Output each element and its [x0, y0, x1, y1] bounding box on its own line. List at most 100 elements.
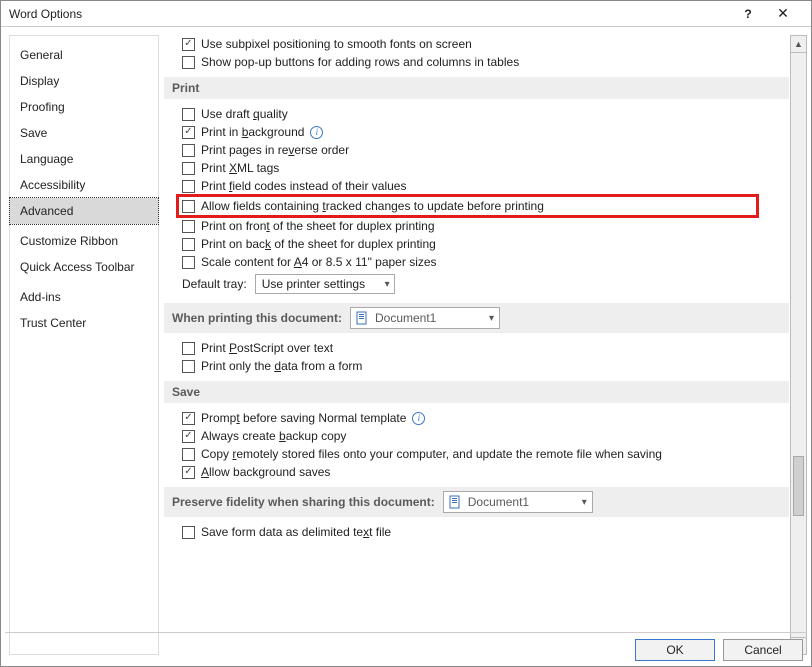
- top-options: Use subpixel positioning to smooth fonts…: [164, 35, 789, 71]
- print-doc-options: Print PostScript over text Print only the…: [164, 339, 789, 375]
- print-doc-value: Document1: [375, 311, 436, 325]
- info-icon[interactable]: i: [310, 126, 323, 139]
- sidebar-item-proofing[interactable]: Proofing: [10, 94, 158, 120]
- titlebar: Word Options ? ✕: [1, 1, 811, 27]
- section-title: When printing this document:: [172, 311, 342, 325]
- content-scroll-area: Use subpixel positioning to smooth fonts…: [164, 35, 807, 655]
- vertical-scrollbar[interactable]: ▲ ▼: [790, 35, 807, 655]
- section-title: Save: [172, 385, 200, 399]
- sidebar-item-accessibility[interactable]: Accessibility: [10, 172, 158, 198]
- sidebar-item-trust-center[interactable]: Trust Center: [10, 310, 158, 336]
- window-title: Word Options: [9, 7, 733, 21]
- sidebar: GeneralDisplayProofingSaveLanguageAccess…: [9, 35, 159, 655]
- default-tray-select[interactable]: Use printer settings: [255, 274, 395, 294]
- default-tray-label: Default tray:: [182, 277, 247, 291]
- checkbox[interactable]: [182, 200, 195, 213]
- option-label[interactable]: Print on back of the sheet for duplex pr…: [201, 237, 436, 251]
- checkbox[interactable]: [182, 256, 195, 269]
- top-option-row: Show pop-up buttons for adding rows and …: [182, 53, 789, 71]
- preserve-doc-select[interactable]: Document1: [443, 491, 593, 513]
- print-option-row: Print on front of the sheet for duplex p…: [182, 217, 789, 235]
- option-label[interactable]: Print on front of the sheet for duplex p…: [201, 219, 435, 233]
- help-button[interactable]: ?: [733, 7, 763, 21]
- print-option-row: Print in background i: [182, 123, 789, 141]
- ok-button[interactable]: OK: [635, 639, 715, 661]
- sidebar-item-language[interactable]: Language: [10, 146, 158, 172]
- option-label[interactable]: Print XML tags: [201, 161, 279, 175]
- section-title: Preserve fidelity when sharing this docu…: [172, 495, 435, 509]
- print-option-row: Print XML tags: [182, 159, 789, 177]
- checkbox[interactable]: [182, 180, 195, 193]
- preserve-doc-value: Document1: [468, 495, 529, 509]
- print-option-row: Print pages in reverse order: [182, 141, 789, 159]
- checkbox[interactable]: [182, 238, 195, 251]
- sidebar-item-add-ins[interactable]: Add-ins: [10, 284, 158, 310]
- dialog-body: GeneralDisplayProofingSaveLanguageAccess…: [1, 27, 811, 634]
- checkbox[interactable]: [182, 162, 195, 175]
- save-options: Prompt before saving Normal template i Alw…: [164, 409, 789, 481]
- close-button[interactable]: ✕: [763, 5, 803, 22]
- checkbox[interactable]: [182, 448, 195, 461]
- option-label[interactable]: Use subpixel positioning to smooth fonts…: [201, 37, 472, 51]
- info-icon[interactable]: i: [412, 412, 425, 425]
- cancel-button[interactable]: Cancel: [723, 639, 803, 661]
- document-icon: [355, 311, 369, 325]
- option-label[interactable]: Copy remotely stored files onto your com…: [201, 447, 662, 461]
- scroll-up-arrow[interactable]: ▲: [791, 36, 806, 53]
- checkbox[interactable]: [182, 360, 195, 373]
- option-label[interactable]: Print only the data from a form: [201, 359, 362, 373]
- option-label[interactable]: Show pop-up buttons for adding rows and …: [201, 55, 519, 69]
- save-option-row: Always create backup copy: [182, 427, 789, 445]
- sidebar-item-general[interactable]: General: [10, 42, 158, 68]
- preserve-options: Save form data as delimited text file: [164, 523, 789, 541]
- checkbox[interactable]: [182, 342, 195, 355]
- option-label[interactable]: Allow background saves: [201, 465, 330, 479]
- checkbox[interactable]: [182, 430, 195, 443]
- print-doc-select[interactable]: Document1: [350, 307, 500, 329]
- sidebar-item-quick-access-toolbar[interactable]: Quick Access Toolbar: [10, 254, 158, 280]
- section-title: Print: [172, 81, 199, 95]
- save-option-row: Allow background saves: [182, 463, 789, 481]
- ok-label: OK: [666, 643, 683, 657]
- default-tray-row: Default tray: Use printer settings: [182, 271, 789, 297]
- print-option-row: Allow fields containing tracked changes …: [178, 196, 757, 216]
- content-wrap: Use subpixel positioning to smooth fonts…: [164, 35, 807, 630]
- checkbox[interactable]: [182, 108, 195, 121]
- default-tray-value: Use printer settings: [262, 277, 365, 291]
- checkbox[interactable]: [182, 38, 195, 51]
- printdoc-option-row: Print only the data from a form: [182, 357, 789, 375]
- checkbox[interactable]: [182, 126, 195, 139]
- checkbox[interactable]: [182, 56, 195, 69]
- checkbox[interactable]: [182, 466, 195, 479]
- scroll-thumb[interactable]: [793, 456, 804, 516]
- option-label[interactable]: Print PostScript over text: [201, 341, 333, 355]
- option-label[interactable]: Scale content for A4 or 8.5 x 11" paper …: [201, 255, 437, 269]
- option-label[interactable]: Print in background: [201, 125, 304, 139]
- sidebar-item-display[interactable]: Display: [10, 68, 158, 94]
- sidebar-item-save[interactable]: Save: [10, 120, 158, 146]
- option-label[interactable]: Print field codes instead of their value…: [201, 179, 406, 193]
- sidebar-item-advanced[interactable]: Advanced: [10, 198, 158, 224]
- checkbox[interactable]: [182, 412, 195, 425]
- button-bar-separator: [5, 632, 807, 633]
- option-label[interactable]: Allow fields containing tracked changes …: [201, 199, 544, 213]
- option-label[interactable]: Prompt before saving Normal template: [201, 411, 406, 425]
- print-options: Use draft qualityPrint in backgroundiPri…: [164, 105, 789, 271]
- button-bar: OK Cancel: [635, 639, 803, 661]
- option-label[interactable]: Always create backup copy: [201, 429, 346, 443]
- print-option-row: Print field codes instead of their value…: [182, 177, 789, 195]
- checkbox[interactable]: [182, 526, 195, 539]
- section-header-print-doc: When printing this document: Document1: [164, 303, 789, 333]
- save-option-row: Prompt before saving Normal template i: [182, 409, 789, 427]
- option-label[interactable]: Print pages in reverse order: [201, 143, 349, 157]
- print-option-row: Use draft quality: [182, 105, 789, 123]
- save-option-row: Copy remotely stored files onto your com…: [182, 445, 789, 463]
- checkbox[interactable]: [182, 144, 195, 157]
- option-label[interactable]: Save form data as delimited text file: [201, 525, 391, 539]
- sidebar-item-customize-ribbon[interactable]: Customize Ribbon: [10, 228, 158, 254]
- option-label[interactable]: Use draft quality: [201, 107, 288, 121]
- section-header-print: Print: [164, 77, 789, 99]
- preserve-option-row: Save form data as delimited text file: [182, 523, 789, 541]
- print-option-row: Scale content for A4 or 8.5 x 11" paper …: [182, 253, 789, 271]
- checkbox[interactable]: [182, 220, 195, 233]
